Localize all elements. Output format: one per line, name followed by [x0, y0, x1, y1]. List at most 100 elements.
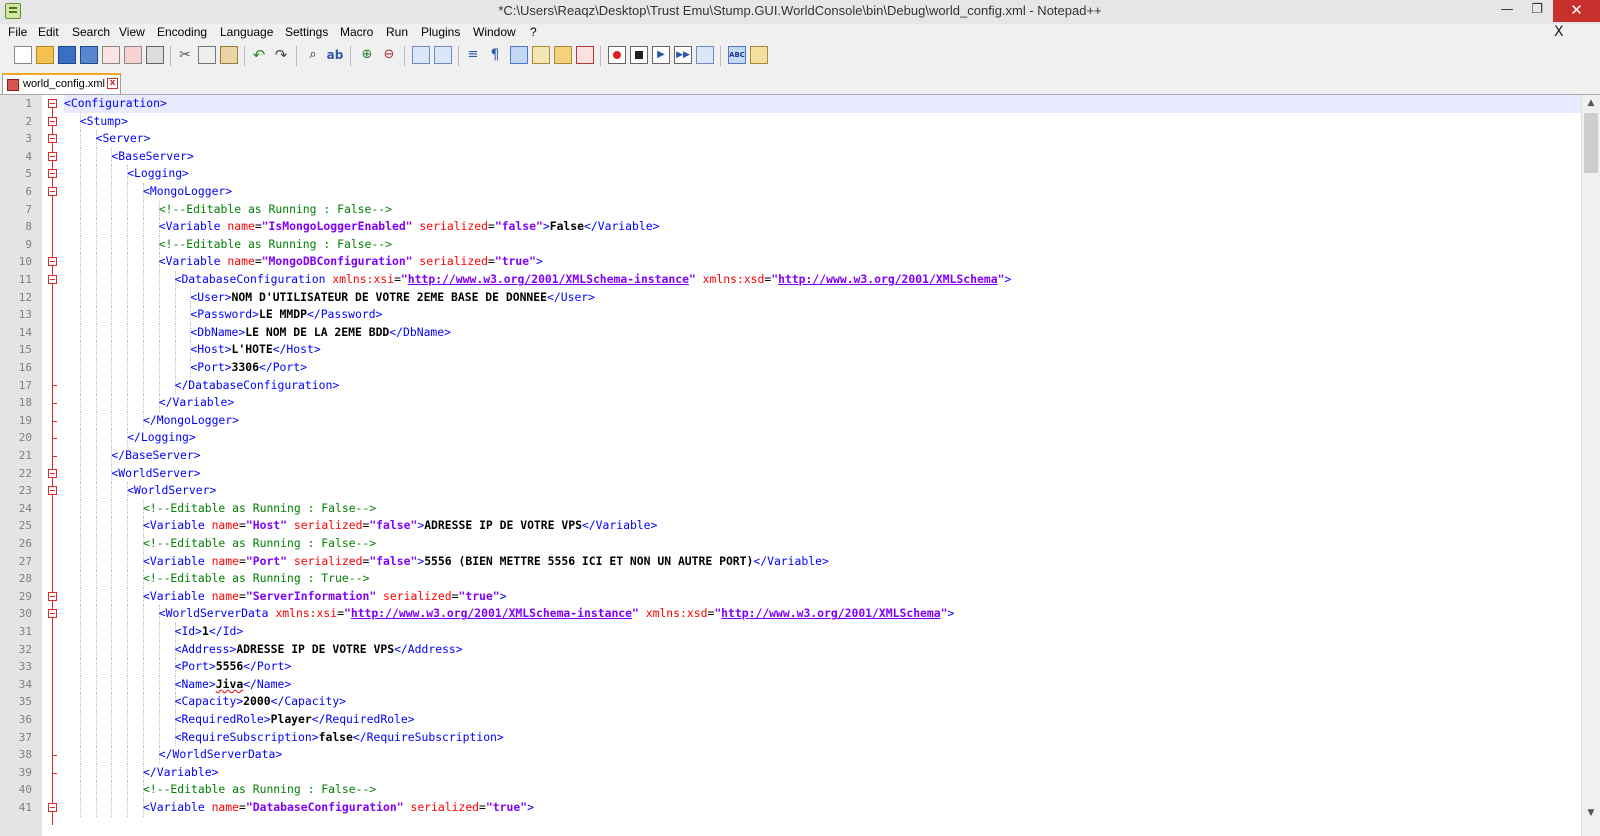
- code-line[interactable]: <!--Editable as Running : True-->: [64, 570, 1581, 588]
- code-line[interactable]: <Variable name="Port" serialized="false"…: [64, 552, 1581, 571]
- code-line[interactable]: <Logging>: [64, 165, 1581, 183]
- code-line[interactable]: <WorldServerData xmlns:xsi="http://www.w…: [64, 605, 1581, 623]
- close-all-icon[interactable]: [124, 46, 142, 64]
- fold-collapse-icon[interactable]: [48, 468, 57, 478]
- code-line[interactable]: </Logging>: [64, 429, 1581, 447]
- fold-collapse-icon[interactable]: [48, 187, 57, 196]
- fold-collapse-icon[interactable]: [48, 803, 57, 812]
- code-line[interactable]: <BaseServer>: [64, 147, 1581, 166]
- minimize-button[interactable]: —: [1492, 0, 1522, 22]
- menu-run[interactable]: Run: [386, 25, 408, 39]
- menu-macro[interactable]: Macro: [340, 25, 373, 39]
- code-line[interactable]: <MongoLogger>: [64, 183, 1581, 201]
- code-line[interactable]: <Variable name="Host" serialized="false"…: [64, 517, 1581, 535]
- token-url[interactable]: http://www.w3.org/2001/XMLSchema: [778, 272, 997, 286]
- fold-collapse-icon[interactable]: [48, 257, 57, 267]
- playback-macro-icon[interactable]: ▶: [652, 46, 670, 64]
- indent-guide-icon[interactable]: [510, 46, 528, 64]
- zoom-in-icon[interactable]: ⊕: [358, 46, 376, 64]
- code-line[interactable]: <Variable name="DatabaseConfiguration" s…: [64, 799, 1581, 817]
- code-line[interactable]: <Stump>: [64, 112, 1581, 131]
- close-window-button[interactable]: ✕: [1553, 0, 1600, 22]
- code-line[interactable]: <!--Editable as Running : False-->: [64, 781, 1581, 799]
- code-line[interactable]: </BaseServer>: [64, 447, 1581, 465]
- code-line[interactable]: </Variable>: [64, 763, 1581, 782]
- show-all-characters-icon[interactable]: ¶: [486, 46, 504, 64]
- code-line[interactable]: <!--Editable as Running : False-->: [64, 535, 1581, 553]
- menu-window[interactable]: Window: [473, 25, 516, 39]
- save-macro-icon[interactable]: [696, 46, 714, 64]
- function-list-icon[interactable]: [576, 46, 594, 64]
- code-line[interactable]: <Configuration>: [64, 95, 1581, 113]
- code-line[interactable]: <!--Editable as Running : False-->: [64, 235, 1581, 254]
- fold-collapse-icon[interactable]: [48, 609, 57, 619]
- fold-collapse-icon[interactable]: [48, 151, 57, 161]
- editor-area[interactable]: 1 2 3 4 5 6 7 8 9 10 11 12 13 14 15 16 17 18 19 20 21 22 23 24 2…: [0, 95, 1581, 836]
- code-line[interactable]: <DatabaseConfiguration xmlns:xsi="http:/…: [64, 271, 1581, 289]
- menu-language[interactable]: Language: [220, 25, 273, 39]
- code-line[interactable]: <RequireSubscription>false</RequireSubsc…: [64, 728, 1581, 747]
- code-line[interactable]: <WorldServer>: [64, 482, 1581, 500]
- token-url[interactable]: http://www.w3.org/2001/XMLSchema-instanc…: [351, 606, 632, 620]
- code-line[interactable]: <Variable name="IsMongoLoggerEnabled" se…: [64, 218, 1581, 236]
- fold-collapse-icon[interactable]: [48, 275, 57, 284]
- code-line[interactable]: <!--Editable as Running : False-->: [64, 499, 1581, 518]
- redo-icon[interactable]: ↷: [272, 46, 290, 64]
- restore-button[interactable]: ❐: [1522, 0, 1552, 22]
- print-icon[interactable]: [146, 46, 164, 64]
- code-line[interactable]: </MongoLogger>: [64, 411, 1581, 430]
- code-line[interactable]: <Port>3306</Port>: [64, 359, 1581, 377]
- scrollbar-thumb[interactable]: [1584, 113, 1598, 173]
- fold-collapse-icon[interactable]: [48, 99, 57, 108]
- fold-collapse-icon[interactable]: [48, 169, 57, 179]
- code-line[interactable]: <DbName>LE NOM DE LA 2EME BDD</DbName>: [64, 323, 1581, 342]
- find-icon[interactable]: ⌕: [304, 46, 322, 64]
- code-line[interactable]: <RequiredRole>Player</RequiredRole>: [64, 711, 1581, 729]
- undo-icon[interactable]: ↶: [250, 46, 268, 64]
- menu-help[interactable]: ?: [530, 25, 537, 39]
- menu-encoding[interactable]: Encoding: [157, 25, 207, 39]
- code-line[interactable]: <User>NOM D'UTILISATEUR DE VOTRE 2EME BA…: [64, 288, 1581, 307]
- menu-view[interactable]: View: [119, 25, 145, 39]
- close-document-x[interactable]: X: [1554, 24, 1564, 40]
- replace-icon[interactable]: ab: [326, 46, 344, 64]
- code-line[interactable]: <Server>: [64, 130, 1581, 148]
- code-line[interactable]: <Name>Jiva</Name>: [64, 675, 1581, 694]
- code-line[interactable]: </DatabaseConfiguration>: [64, 376, 1581, 395]
- vertical-scrollbar[interactable]: ▲ ▼: [1581, 95, 1600, 836]
- fold-margin[interactable]: [42, 95, 64, 836]
- record-macro-icon[interactable]: [608, 46, 626, 64]
- tab-close-icon[interactable]: x: [107, 78, 118, 89]
- code-line[interactable]: <Port>5556</Port>: [64, 658, 1581, 676]
- fold-collapse-icon[interactable]: [48, 134, 57, 144]
- code-line[interactable]: <!--Editable as Running : False-->: [64, 200, 1581, 219]
- token-url[interactable]: http://www.w3.org/2001/XMLSchema-instanc…: [408, 272, 689, 286]
- code-line[interactable]: <Password>LE MMDP</Password>: [64, 306, 1581, 324]
- code-line[interactable]: </WorldServerData>: [64, 746, 1581, 764]
- document-map-icon[interactable]: [554, 46, 572, 64]
- code-line[interactable]: </Variable>: [64, 394, 1581, 412]
- new-file-icon[interactable]: [14, 46, 32, 64]
- code-line[interactable]: <Host>L'HOTE</Host>: [64, 341, 1581, 359]
- stop-recording-icon[interactable]: [630, 46, 648, 64]
- menu-edit[interactable]: Edit: [38, 25, 59, 39]
- menu-search[interactable]: Search: [72, 25, 110, 39]
- menu-file[interactable]: File: [8, 25, 27, 39]
- fold-all-icon[interactable]: [532, 46, 550, 64]
- run-macro-multiple-icon[interactable]: ▶▶: [674, 46, 692, 64]
- scroll-up-arrow-icon[interactable]: ▲: [1582, 95, 1600, 112]
- tab-world-config[interactable]: world_config.xml x: [2, 73, 121, 94]
- copy-icon[interactable]: [198, 46, 216, 64]
- code-line[interactable]: <Variable name="ServerInformation" seria…: [64, 587, 1581, 606]
- paste-icon[interactable]: [220, 46, 238, 64]
- close-icon[interactable]: [102, 46, 120, 64]
- code-line[interactable]: <Variable name="MongoDBConfiguration" se…: [64, 253, 1581, 271]
- fold-collapse-icon[interactable]: [48, 591, 57, 601]
- code-line[interactable]: <Capacity>2000</Capacity>: [64, 693, 1581, 711]
- menu-settings[interactable]: Settings: [285, 25, 328, 39]
- word-wrap-icon[interactable]: ≡: [464, 46, 482, 64]
- code-line[interactable]: <Address>ADRESSE IP DE VOTRE VPS</Addres…: [64, 640, 1581, 659]
- token-url[interactable]: http://www.w3.org/2001/XMLSchema: [721, 606, 940, 620]
- open-file-icon[interactable]: [36, 46, 54, 64]
- code-line[interactable]: <Id>1</Id>: [64, 623, 1581, 641]
